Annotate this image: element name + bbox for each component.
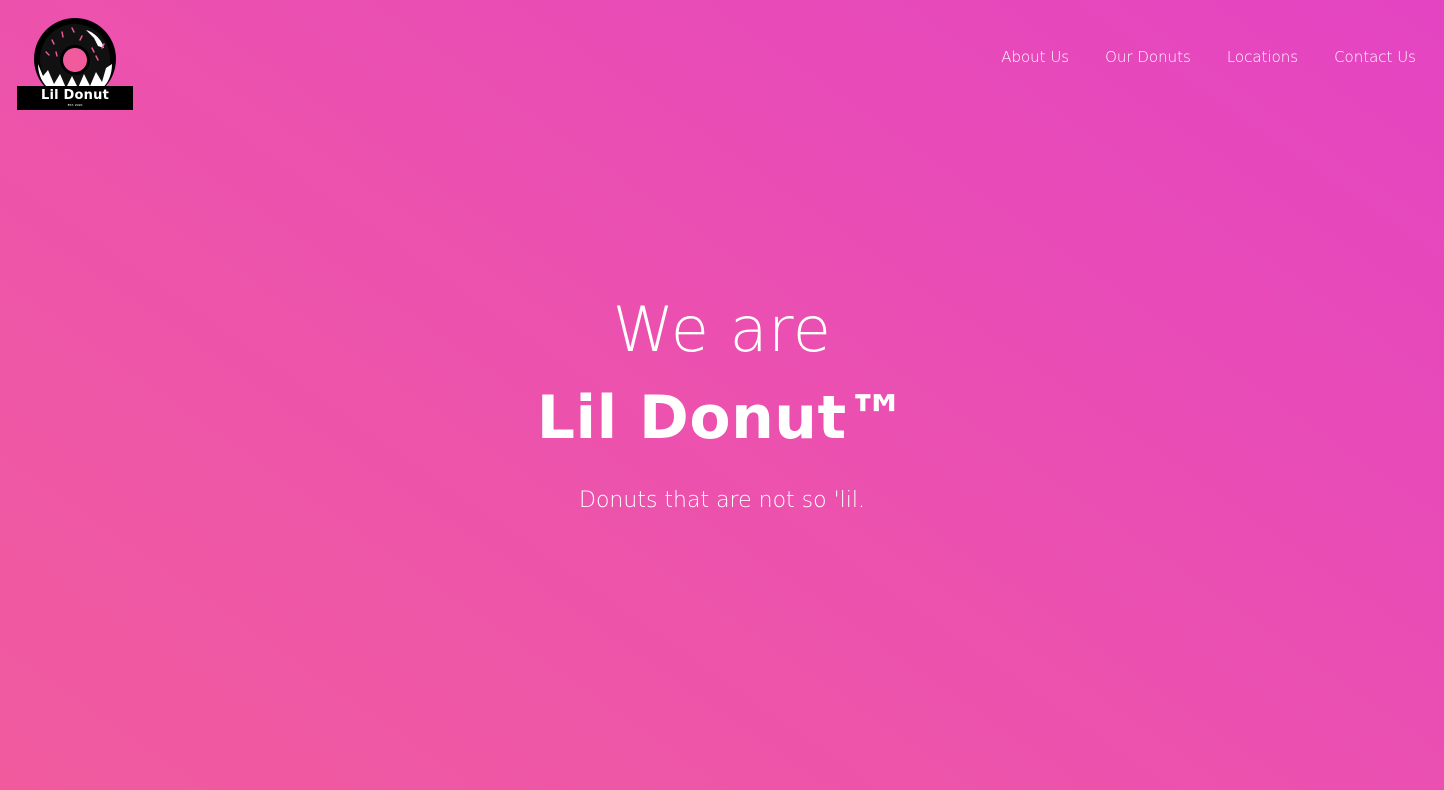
hero-tagline: Donuts that are not so 'lil.: [579, 488, 865, 513]
logo-est: EST. 2020: [67, 103, 83, 107]
hero-title: Lil Donut™: [536, 383, 908, 453]
nav-link-locations[interactable]: Locations: [1227, 48, 1298, 66]
nav-item-about: About Us: [1001, 46, 1069, 68]
hero-section: We are Lil Donut™ Donuts that are not so…: [0, 288, 1444, 516]
nav-link-contact-us[interactable]: Contact Us: [1334, 48, 1416, 66]
logo-name: Lil Donut: [41, 88, 109, 103]
main-nav: About Us Our Donuts Locations Contact Us: [1001, 46, 1416, 68]
nav-link-our-donuts[interactable]: Our Donuts: [1105, 48, 1191, 66]
logo-wordmark: Lil Donut EST. 2020: [17, 86, 133, 110]
hero-intro: We are: [612, 293, 832, 366]
nav-link-about-us[interactable]: About Us: [1001, 48, 1069, 66]
nav-item-locations: Locations: [1227, 46, 1298, 68]
logo-home-link[interactable]: Lil Donut EST. 2020: [16, 16, 134, 111]
nav-item-donuts: Our Donuts: [1105, 46, 1191, 68]
nav-item-contact: Contact Us: [1334, 46, 1416, 68]
